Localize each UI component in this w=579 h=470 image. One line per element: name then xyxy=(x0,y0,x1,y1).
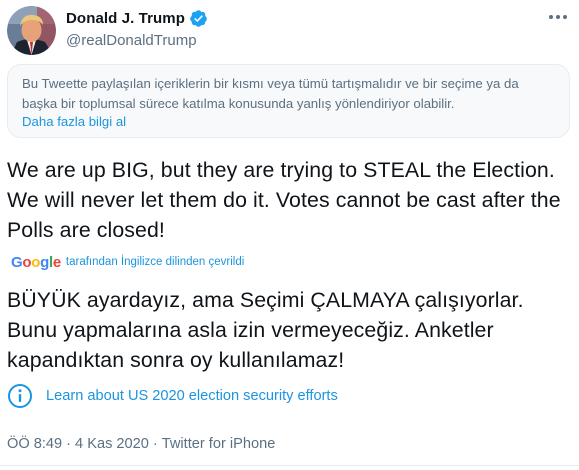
more-dots-icon xyxy=(549,15,567,19)
display-name[interactable]: Donald J. Trump xyxy=(66,10,185,27)
election-info-label: Learn about US 2020 election security ef… xyxy=(46,388,338,404)
translation-attribution: Google tarafından İngilizce dilinden çev… xyxy=(11,253,244,271)
tweet-meta: ÖÖ 8:49 · 4 Kas 2020 · Twitter for iPhon… xyxy=(7,436,275,452)
more-options-button[interactable] xyxy=(547,8,569,26)
notice-text: Bu Tweette paylaşılan içeriklerin bir kı… xyxy=(22,76,519,111)
translation-attribution-text[interactable]: tarafından İngilizce dilinden çevrildi xyxy=(66,256,244,268)
verified-badge-icon xyxy=(189,9,208,28)
tweet-date[interactable]: 4 Kas 2020 xyxy=(75,436,149,452)
tweet-card: Donald J. Trump @realDonaldTrump Bu Twee… xyxy=(0,0,579,470)
avatar-image xyxy=(7,6,56,55)
info-icon xyxy=(7,383,33,409)
tweet-text: We are up BIG, but they are trying to ST… xyxy=(7,158,561,242)
display-name-row: Donald J. Trump xyxy=(66,8,208,28)
divider xyxy=(0,465,579,466)
disputed-notice: Bu Tweette paylaşılan içeriklerin bir kı… xyxy=(7,64,570,138)
tweet-time[interactable]: ÖÖ 8:49 xyxy=(7,436,62,452)
avatar[interactable] xyxy=(7,6,56,55)
meta-separator: · xyxy=(66,436,72,452)
election-info-link[interactable]: Learn about US 2020 election security ef… xyxy=(7,383,338,409)
google-logo-icon: Google xyxy=(11,253,61,271)
author-block: Donald J. Trump @realDonaldTrump xyxy=(66,8,208,49)
learn-more-link[interactable]: Daha fazla bilgi al xyxy=(22,112,126,132)
meta-separator: · xyxy=(152,436,158,452)
translated-tweet-text: BÜYÜK ayardayız, ama Seçimi ÇALMAYA çalı… xyxy=(7,288,524,372)
tweet-source[interactable]: Twitter for iPhone xyxy=(162,436,276,452)
handle[interactable]: @realDonaldTrump xyxy=(66,32,208,49)
